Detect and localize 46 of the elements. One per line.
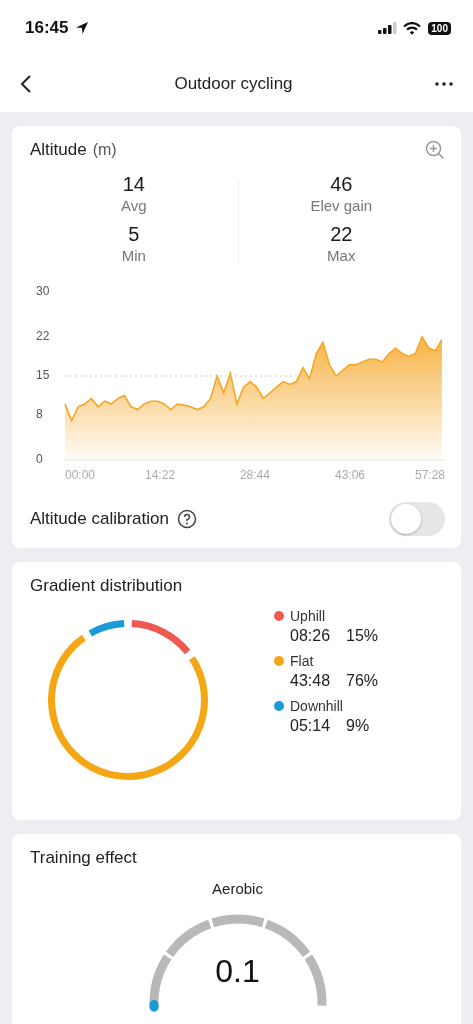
axis-tick-label: 14:22 — [145, 468, 176, 482]
battery-indicator: 100 — [428, 21, 451, 35]
stat-label: Min — [121, 246, 146, 266]
legend-label: Flat — [290, 653, 314, 669]
stat-value: 22 — [330, 222, 353, 246]
calibration-toggle[interactable] — [389, 502, 445, 536]
wifi-icon — [403, 21, 422, 35]
zoom-in-icon[interactable] — [425, 140, 445, 160]
axis-tick-label: 00:00 — [65, 468, 96, 482]
signal-icon — [378, 22, 399, 34]
legend-percent: 76% — [346, 672, 379, 690]
legend-time: 05:14 — [290, 717, 331, 735]
page-title: Outdoor cycling — [174, 74, 293, 94]
legend-percent: 9% — [346, 717, 370, 735]
legend-label: Downhill — [290, 698, 343, 714]
card-title: Altitude — [30, 140, 87, 160]
gauge-label: Aerobic — [212, 880, 263, 897]
location-arrow-icon — [75, 21, 90, 35]
legend-label: Uphill — [290, 608, 325, 624]
card-title: Training effect — [30, 848, 138, 868]
legend-percent: 15% — [346, 627, 379, 645]
stat-label: Max — [327, 246, 356, 266]
stat-label: Avg — [120, 196, 147, 216]
help-icon[interactable] — [176, 509, 197, 529]
gauge-value: 0.1 — [215, 953, 260, 990]
more-icon — [435, 82, 453, 86]
back-icon — [20, 74, 32, 94]
setting-label: Altitude calibration — [30, 509, 169, 529]
legend-time: 08:26 — [290, 627, 331, 645]
axis-tick-label: 0 — [36, 452, 43, 466]
axis-tick-label: 22 — [36, 328, 50, 343]
unit-label: (m) — [92, 141, 117, 159]
stat-value: 46 — [330, 172, 353, 196]
status-time: 16:45 — [25, 18, 69, 38]
axis-tick-label: 28:44 — [239, 468, 270, 482]
axis-tick-label: 30 — [36, 284, 50, 298]
stat-label: Elev gain — [310, 196, 373, 216]
gauge-fill — [149, 1000, 159, 1012]
legend-time: 43:48 — [290, 672, 331, 690]
axis-tick-label: 8 — [36, 407, 43, 422]
axis-tick-label: 57:28 — [414, 468, 445, 482]
axis-tick-label: 43:06 — [334, 468, 365, 482]
axis-tick-label: 15 — [36, 368, 50, 382]
stat-value: 5 — [128, 222, 140, 246]
stat-value: 14 — [122, 172, 145, 196]
card-title: Gradient distribution — [30, 576, 184, 596]
